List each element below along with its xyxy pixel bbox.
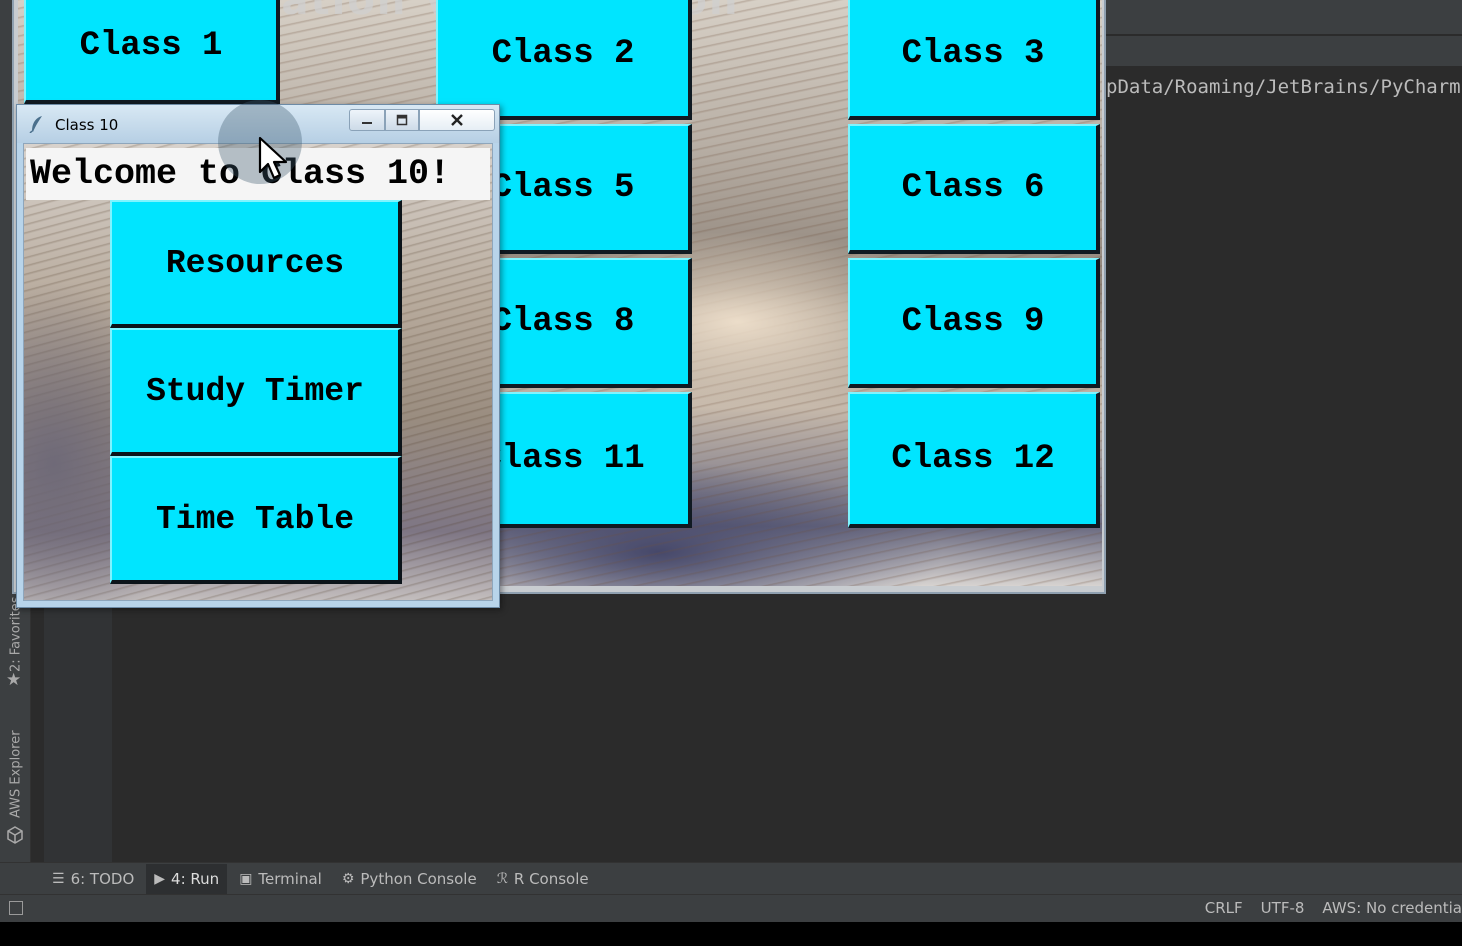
feather-icon <box>29 116 42 133</box>
tab-python-console[interactable]: ⚙ Python Console <box>334 864 485 894</box>
tab-python-console-label: Python Console <box>360 869 477 888</box>
r-console-icon: ℛ <box>496 870 508 887</box>
ide-run-header <box>1100 36 1462 66</box>
bottom-tool-tabs: ☰ 6: TODO ▶ 4: Run ▣ Terminal ⚙ Python C… <box>0 862 1462 894</box>
aws-explorer-tool-tab[interactable]: AWS Explorer <box>3 724 29 824</box>
class-3-button[interactable]: Class 3 <box>848 0 1100 120</box>
aws-credentials-status[interactable]: AWS: No credentia <box>1322 899 1462 917</box>
class-10-body: Welcome to Class 10! Resources Study Tim… <box>23 143 493 601</box>
tab-todo-label: 6: TODO <box>70 869 135 888</box>
console-gutter <box>44 600 112 862</box>
study-timer-button[interactable]: Study Timer <box>110 328 402 456</box>
line-separator-status[interactable]: CRLF <box>1205 899 1243 917</box>
maximize-button[interactable] <box>385 109 419 131</box>
class-1-button[interactable]: Class 1 <box>24 0 280 104</box>
minimize-icon <box>362 122 372 124</box>
tab-run-label: 4: Run <box>171 869 220 888</box>
tab-todo[interactable]: ☰ 6: TODO <box>44 864 142 894</box>
tab-terminal-label: Terminal <box>258 869 322 888</box>
minimize-button[interactable] <box>349 109 385 131</box>
maximize-icon <box>396 114 408 126</box>
layout-toggle-icon[interactable] <box>9 901 23 915</box>
tab-run[interactable]: ▶ 4: Run <box>146 863 228 894</box>
encoding-status[interactable]: UTF-8 <box>1261 899 1305 917</box>
time-table-button[interactable]: Time Table <box>110 456 402 584</box>
tab-r-console-label: R Console <box>513 869 589 888</box>
terminal-icon: ▣ <box>239 870 253 887</box>
class-9-button[interactable]: Class 9 <box>848 258 1100 388</box>
window-title: Class 10 <box>55 116 119 134</box>
favorites-tool-tab[interactable]: 2: Favorites <box>3 596 29 672</box>
class-6-button[interactable]: Class 6 <box>848 124 1100 254</box>
star-icon[interactable]: ★ <box>6 670 21 690</box>
tab-r-console[interactable]: ℛ R Console <box>489 864 597 894</box>
tab-terminal[interactable]: ▣ Terminal <box>231 864 330 894</box>
console-path-text: pData/Roaming/JetBrains/PyCharm <box>1106 76 1461 98</box>
run-icon: ▶ <box>154 870 166 887</box>
python-icon: ⚙ <box>341 870 355 887</box>
class-12-button[interactable]: Class 12 <box>848 392 1100 528</box>
mouse-pointer-icon <box>258 136 288 180</box>
screen-bottom-border <box>0 922 1462 946</box>
cube-icon[interactable] <box>6 826 24 844</box>
resources-button[interactable]: Resources <box>110 200 402 328</box>
class-2-button[interactable]: Class 2 <box>436 0 692 120</box>
close-icon <box>451 114 463 126</box>
close-button[interactable] <box>419 109 495 131</box>
list-icon: ☰ <box>52 870 65 887</box>
status-bar: CRLF UTF-8 AWS: No credentia <box>0 894 1462 923</box>
